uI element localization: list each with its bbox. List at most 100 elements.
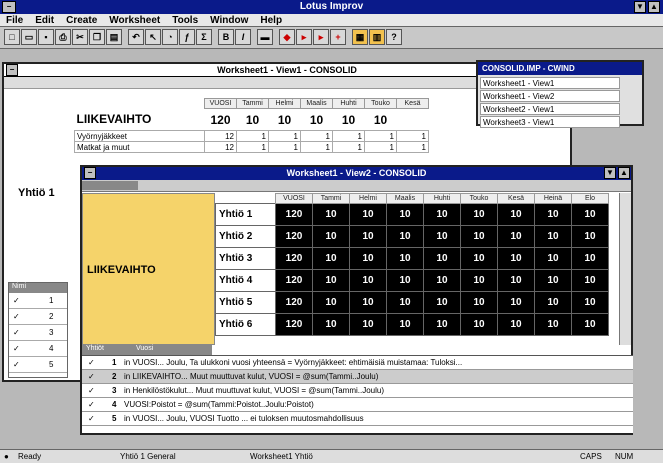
view2-cell[interactable]: 10	[534, 313, 572, 336]
copy-icon[interactable]: ❐	[89, 29, 105, 45]
view2-tab[interactable]: Vuosi	[132, 345, 182, 352]
view2-cell[interactable]: 10	[349, 291, 387, 314]
view2-cell[interactable]: 10	[460, 269, 498, 292]
view1-cell[interactable]: 1	[364, 130, 397, 142]
consol-item[interactable]: Worksheet1 - View2	[480, 90, 620, 102]
maximize-icon[interactable]: ▲	[648, 1, 660, 13]
formula-icon[interactable]: ƒ	[179, 29, 195, 45]
view2-col-header[interactable]: Elo	[571, 193, 609, 204]
view2-col-header[interactable]: Huhti	[423, 193, 461, 204]
view2-col-header[interactable]: Touko	[460, 193, 498, 204]
view1-cell[interactable]: 1	[268, 130, 301, 142]
view1-col-header[interactable]: Kesä	[396, 98, 429, 109]
formula-row[interactable]: ✓ 5 in VUOSI... Joulu, VUOSI Tuotto ... ei…	[82, 412, 633, 426]
view2-cell[interactable]: 10	[386, 269, 424, 292]
view2-cell[interactable]: 10	[349, 203, 387, 226]
view1-system-icon[interactable]: −	[6, 64, 18, 76]
view2-cell[interactable]: 10	[571, 247, 609, 270]
view2-cell[interactable]: 10	[349, 247, 387, 270]
view1-cell[interactable]: 1	[396, 130, 429, 142]
view1-cell[interactable]: 12	[204, 141, 237, 153]
bold-icon[interactable]: B	[218, 29, 234, 45]
left-panel-row[interactable]: ✓ 2	[9, 309, 67, 325]
view2-cell[interactable]: 10	[423, 269, 461, 292]
view1-big-cell[interactable]: 10	[333, 109, 365, 131]
view2-cell[interactable]: 10	[460, 291, 498, 314]
view2-cell[interactable]: 10	[460, 225, 498, 248]
view2-cell[interactable]: 10	[497, 269, 535, 292]
view1-row-label[interactable]: Vyörnyjäkkeet	[74, 130, 205, 142]
view2-cell[interactable]: 10	[460, 313, 498, 336]
paste-icon[interactable]: ▤	[106, 29, 122, 45]
view2-hscroll[interactable]	[82, 180, 631, 192]
view1-col-header[interactable]: Maalis	[300, 98, 333, 109]
view2-cell[interactable]: 10	[312, 203, 350, 226]
view-icon[interactable]: ▦	[352, 29, 368, 45]
view2-cell[interactable]: 10	[497, 247, 535, 270]
view2-cell[interactable]: 10	[386, 291, 424, 314]
new-icon[interactable]: □	[4, 29, 20, 45]
view2-cell[interactable]: 10	[423, 291, 461, 314]
menu-tools[interactable]: Tools	[166, 15, 204, 26]
view2-col-header[interactable]: VUOSI	[275, 193, 313, 204]
view2-cell[interactable]: 10	[312, 291, 350, 314]
view1-cell[interactable]: 1	[300, 141, 333, 153]
view1-cell[interactable]: 1	[236, 130, 269, 142]
view2-cell[interactable]: 120	[275, 225, 313, 248]
italic-icon[interactable]: I	[235, 29, 251, 45]
view2-cell[interactable]: 10	[386, 225, 424, 248]
category-icon[interactable]: ▸	[313, 29, 329, 45]
item-icon[interactable]: ▸	[296, 29, 312, 45]
help-icon[interactable]: ?	[386, 29, 402, 45]
view2-cell[interactable]: 10	[423, 313, 461, 336]
cut-icon[interactable]: ✂	[72, 29, 88, 45]
view1-cell[interactable]: 1	[364, 141, 397, 153]
left-panel-row[interactable]: ✓ 1	[9, 293, 67, 309]
view2-scroll-thumb[interactable]	[82, 181, 138, 190]
view2-row-label[interactable]: Yhtiö 1	[215, 203, 276, 226]
view1-cell[interactable]: 1	[396, 141, 429, 153]
view2-cell[interactable]: 10	[386, 203, 424, 226]
view2-row-label[interactable]: Yhtiö 4	[215, 269, 276, 292]
view1-cell[interactable]: 1	[236, 141, 269, 153]
view1-big-label[interactable]: LIIKEVAIHTO	[75, 109, 205, 131]
formula-row[interactable]: ✓ 2 in LIIKEVAIHTO... Muut muuttuvat kulut…	[82, 370, 633, 384]
view1-row-label[interactable]: Matkat ja muut	[74, 141, 205, 153]
menu-worksheet[interactable]: Worksheet	[103, 15, 166, 26]
view2-col-header[interactable]: Tammi	[312, 193, 350, 204]
view2-cell[interactable]: 10	[571, 225, 609, 248]
view1-big-cell[interactable]: 10	[365, 109, 397, 131]
view2-cell[interactable]: 10	[534, 269, 572, 292]
consol-item[interactable]: Worksheet1 - View1	[480, 77, 620, 89]
view1-col-header[interactable]: Touko	[364, 98, 397, 109]
view1-col-header[interactable]: Huhti	[332, 98, 365, 109]
view2-cell[interactable]: 120	[275, 203, 313, 226]
menu-edit[interactable]: Edit	[29, 15, 60, 26]
menu-help[interactable]: Help	[254, 15, 288, 26]
presentation-icon[interactable]: ▥	[369, 29, 385, 45]
view2-cell[interactable]: 10	[534, 225, 572, 248]
menu-create[interactable]: Create	[60, 15, 103, 26]
view2-cell[interactable]: 120	[275, 269, 313, 292]
border-icon[interactable]: ▬	[257, 29, 273, 45]
view2-col-header[interactable]: Kesä	[497, 193, 535, 204]
formula-row[interactable]: ✓ 4 VUOSI:Poistot = @sum(Tammi:Poistot..Jo…	[82, 398, 633, 412]
view1-big-cell[interactable]: 10	[237, 109, 269, 131]
menu-window[interactable]: Window	[204, 15, 254, 26]
view2-cell[interactable]: 120	[275, 247, 313, 270]
view2-cell[interactable]: 10	[349, 313, 387, 336]
view2-row-label[interactable]: Yhtiö 6	[215, 313, 276, 336]
view2-row-label[interactable]: Yhtiö 5	[215, 291, 276, 314]
view2-cell[interactable]: 10	[534, 247, 572, 270]
undo-icon[interactable]: ↶	[128, 29, 144, 45]
view2-cell[interactable]: 10	[497, 203, 535, 226]
view2-cell[interactable]: 10	[497, 291, 535, 314]
open-icon[interactable]: ▭	[21, 29, 37, 45]
view2-col-header[interactable]: Maalis	[386, 193, 424, 204]
minimize-icon[interactable]: ▼	[634, 1, 646, 13]
sum-icon[interactable]: Σ	[196, 29, 212, 45]
view2-col-header[interactable]: Helmi	[349, 193, 387, 204]
view1-cell[interactable]: 12	[204, 130, 237, 142]
view2-cell[interactable]: 10	[349, 225, 387, 248]
consol-item[interactable]: Worksheet2 - View1	[480, 103, 620, 115]
